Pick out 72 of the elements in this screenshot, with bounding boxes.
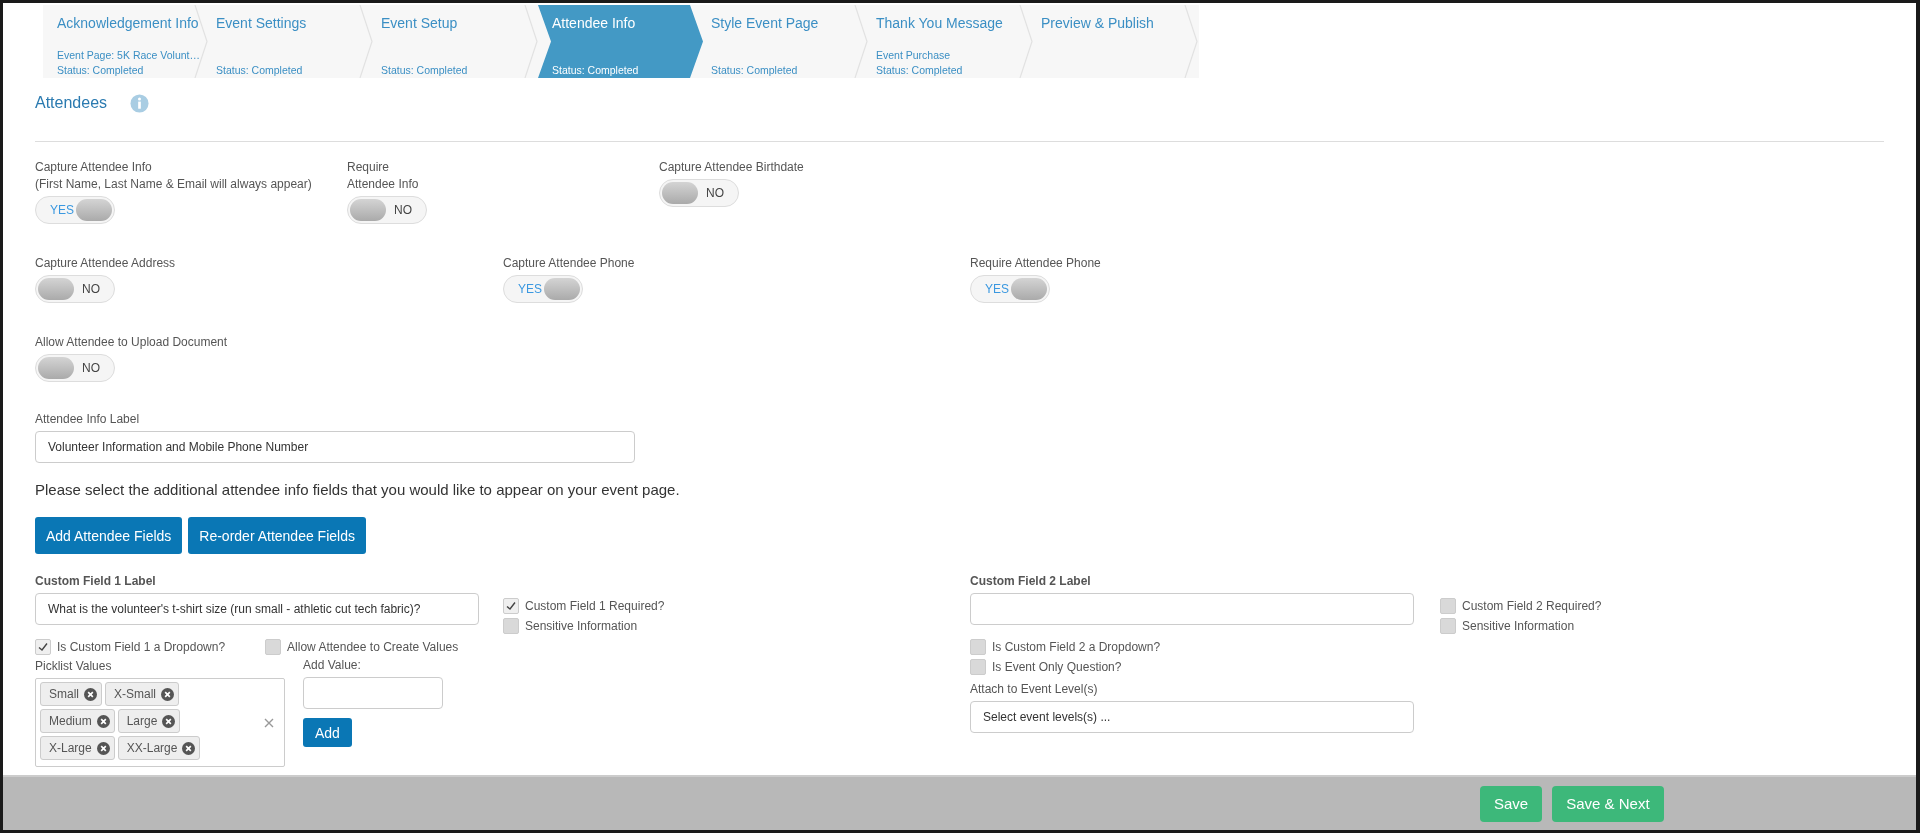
remove-icon[interactable] [84,687,97,701]
add-button[interactable]: Add [303,718,352,747]
tag[interactable]: Medium [40,709,115,733]
toggle-label: Capture Attendee Info (First Name, Last Name & Email will always appear) [35,159,313,193]
checkbox-label: Is Custom Field 1 a Dropdown? [57,639,226,654]
toggle-label: Require Attendee Info [347,159,420,193]
field-label: Attach to Event Level(s) [970,682,1099,696]
clear-icon[interactable] [264,717,274,728]
toggle-switch[interactable]: NO [35,275,115,303]
checkbox[interactable] [1440,617,1456,634]
tag[interactable]: Large [117,709,181,733]
wizard-step[interactable]: Attendee Info Status: Completed [538,5,703,78]
checkbox[interactable] [970,638,986,655]
tag[interactable]: X-Small [105,682,180,706]
checkmark-icon [505,599,517,612]
text-field[interactable] [970,593,1414,625]
text-field[interactable] [303,677,443,709]
section-title: Attendees [35,94,108,112]
remove-icon[interactable] [96,714,110,728]
wizard-step[interactable]: Event Settings Status: Completed [208,5,373,78]
tag[interactable]: Small [40,682,102,706]
field-label: Attendee Info Label [35,412,141,426]
wizard-step[interactable]: Acknowledgement Info Event Page: 5K Race Volunt… Status: Completed [43,5,208,78]
field-label: Picklist Values [35,659,113,673]
toggle-label: Require Attendee Phone [970,255,1102,272]
info-icon[interactable] [130,93,150,113]
text-field[interactable]: Volunteer Information and Mobile Phone Number [35,431,635,463]
toggle-switch[interactable]: YES [35,196,115,224]
field-label: Add Value: [303,658,362,672]
toggle-label: Capture Attendee Phone [503,255,636,272]
tag[interactable]: X-Large [40,736,115,760]
wizard-step[interactable]: Style Event Page Status: Completed [703,5,868,78]
checkbox-label: Is Event Only Question? [992,659,1122,674]
wizard-step[interactable]: Event Setup Status: Completed [373,5,538,78]
action-button[interactable]: Re-order Attendee Fields [188,517,366,554]
checkbox-label: Sensitive Information [525,618,638,633]
checkbox-label: Allow Attendee to Create Values [287,639,459,654]
toggle-switch[interactable]: YES [970,275,1050,303]
remove-icon[interactable] [161,687,175,701]
save-button[interactable]: Save & Next [1552,785,1664,822]
wizard-step[interactable]: Thank You Message Event Purchase Status: Completed [868,5,1033,78]
save-button[interactable]: Save [1480,785,1543,822]
select-field[interactable]: Select event levels(s) ... [970,701,1414,733]
remove-icon[interactable] [96,741,110,755]
checkbox-label: Custom Field 1 Required? [525,598,665,613]
toggle-switch[interactable]: NO [347,196,427,224]
remove-icon[interactable] [162,714,176,728]
field-label: Custom Field 2 Label [970,574,1092,588]
remove-icon[interactable] [182,741,196,755]
checkmark-icon [37,640,49,653]
toggle-label: Allow Attendee to Upload Document [35,334,229,351]
field-label: Custom Field 1 Label [35,574,157,588]
tag-field[interactable]: Small X-Small Medium Large X-Large XX-Large [35,678,285,767]
text-field[interactable]: What is the volunteer's t-shirt size (run small - athletic cut tech fabric)? [35,593,479,625]
checkbox[interactable] [503,597,519,614]
checkbox[interactable] [1440,597,1456,614]
toggle-label: Capture Attendee Address [35,255,177,272]
checkbox-label: Sensitive Information [1462,618,1575,633]
checkbox-label: Is Custom Field 2 a Dropdown? [992,639,1161,654]
toggle-label: Capture Attendee Birthdate [659,159,805,176]
checkbox[interactable] [970,658,986,675]
checkbox[interactable] [265,638,282,655]
instruction-text: Please select the additional attendee info fields that you would like to appear on your event page. [35,481,681,498]
checkbox[interactable] [35,638,51,655]
checkbox-label: Custom Field 2 Required? [1462,598,1602,613]
toggle-switch[interactable]: YES [503,275,583,303]
wizard-step[interactable]: Preview & Publish [1033,5,1198,78]
toggle-switch[interactable]: NO [35,354,115,382]
checkbox[interactable] [503,617,519,634]
toggle-switch[interactable]: NO [659,179,739,207]
tag[interactable]: XX-Large [117,736,201,760]
action-button[interactable]: Add Attendee Fields [35,517,183,554]
